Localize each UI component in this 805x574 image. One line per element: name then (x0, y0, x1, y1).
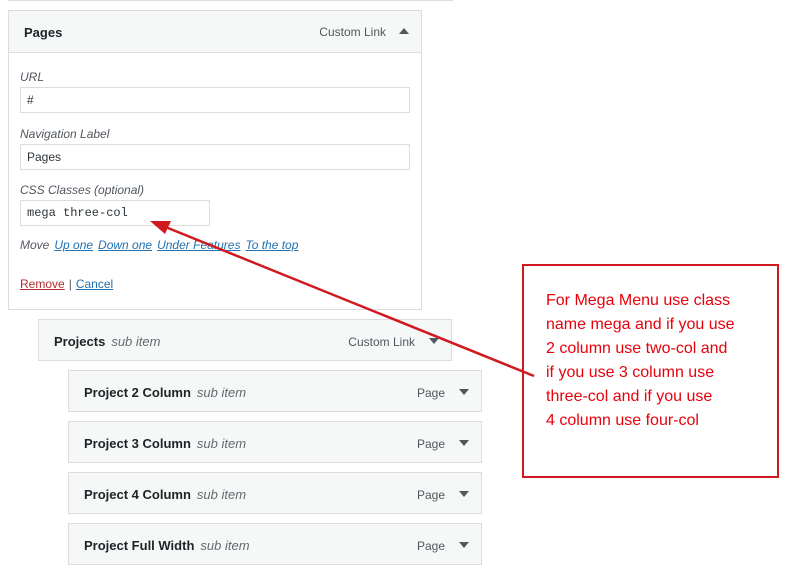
annotation-arrow-icon (150, 221, 535, 378)
